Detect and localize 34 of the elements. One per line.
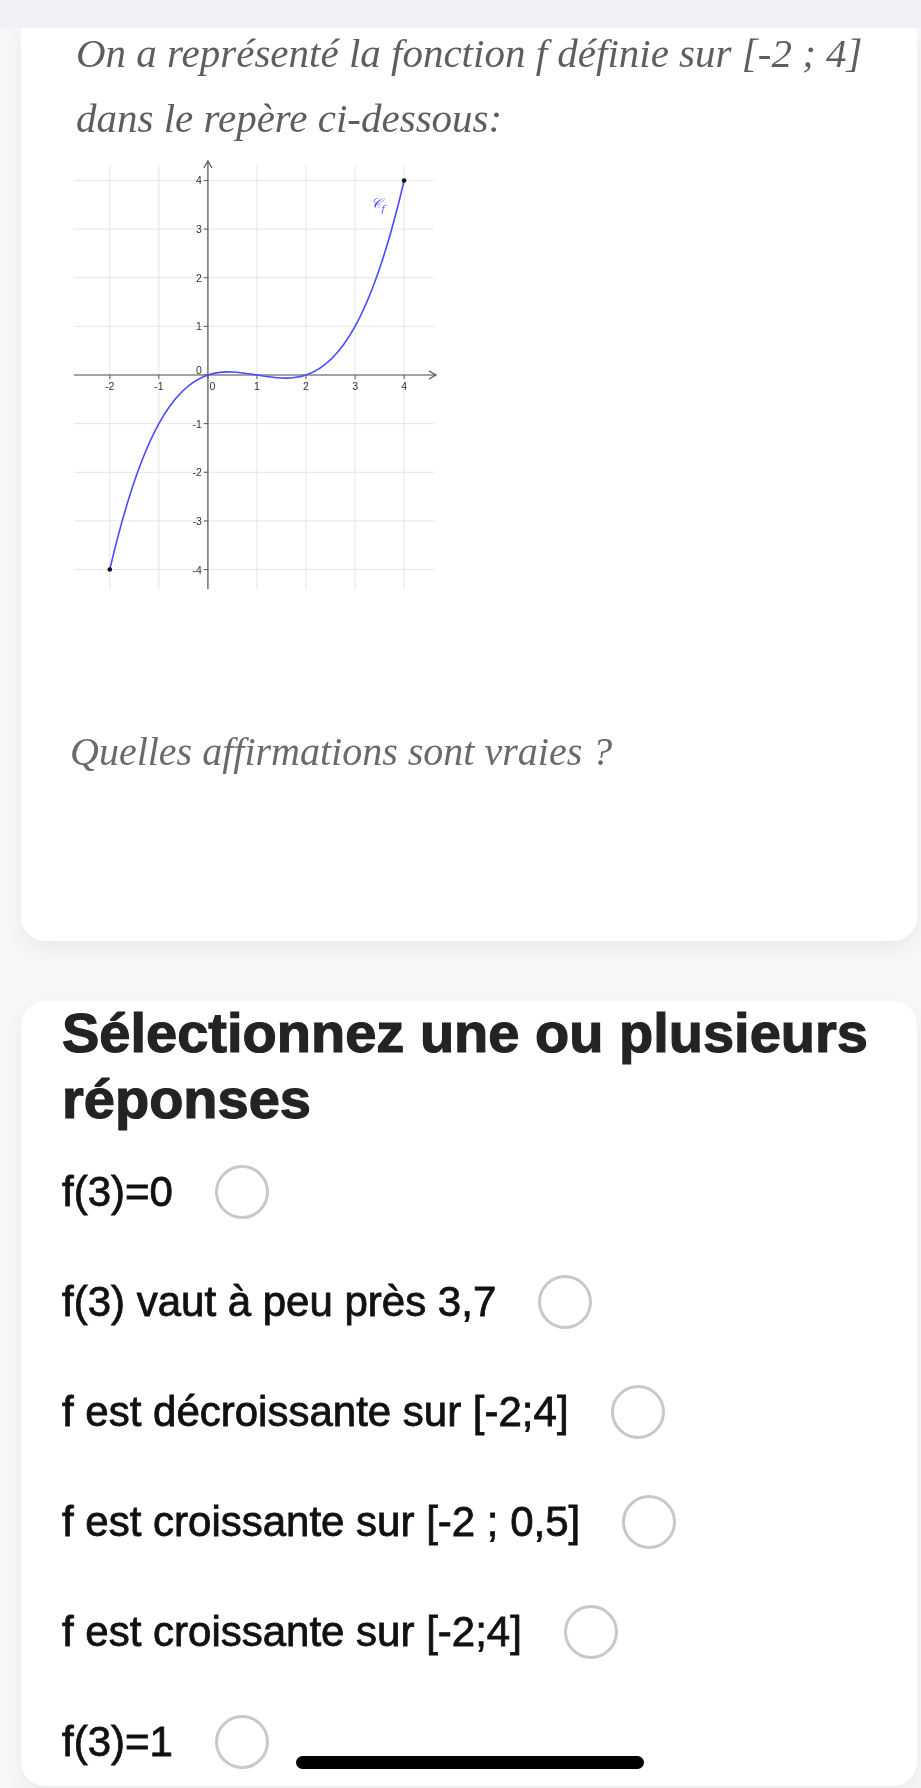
x-tick-label: 1	[254, 380, 260, 392]
answer-checkbox[interactable]	[214, 1165, 269, 1219]
answer-checkbox[interactable]	[563, 1605, 618, 1659]
answer-option-label: f est décroissante sur [-2;4]	[62, 1387, 569, 1437]
answer-option-label: f(3)=0	[62, 1167, 173, 1217]
answer-checkbox[interactable]	[610, 1385, 665, 1439]
x-tick-label: -1	[154, 380, 164, 392]
endpoint-dot	[401, 178, 407, 183]
question-intro: On a représenté la fonction f définie sur [-2 ; 4] dans le repère ci-dessous:	[76, 29, 864, 143]
y-tick-label: -1	[192, 417, 202, 430]
y-tick-label: -3	[192, 514, 202, 527]
endpoint-dot	[107, 567, 113, 572]
answer-checkbox[interactable]	[622, 1495, 677, 1549]
y-tick-label: 1	[196, 320, 202, 333]
y-tick-label: 3	[196, 223, 202, 236]
y-tick-label: 0	[196, 363, 202, 376]
answer-checkbox[interactable]	[538, 1275, 593, 1329]
answer-option-label: f est croissante sur [-2;4]	[62, 1607, 522, 1657]
y-tick-label: -2	[192, 466, 202, 479]
y-tick-label: -4	[192, 563, 202, 576]
answer-option-label: f(3)=1	[62, 1717, 173, 1767]
x-tick-label: -2	[105, 380, 115, 392]
answer-option-label: f(3) vaut à peu près 3,7	[62, 1277, 497, 1327]
question-prompt: Quelles affirmations sont vraies ?	[70, 728, 614, 776]
answer-checkbox[interactable]	[214, 1715, 269, 1769]
x-tick-label: 2	[303, 380, 309, 392]
answer-instructions: Sélectionnez une ou plusieurs réponses	[62, 1000, 869, 1132]
x-tick-label: 0	[209, 380, 216, 392]
y-tick-label: 2	[196, 271, 202, 284]
answer-option-label: f est croissante sur [-2 ; 0,5]	[62, 1497, 581, 1547]
y-tick-label: 4	[196, 174, 202, 187]
x-tick-label: 4	[401, 380, 408, 392]
curve-label: 𝒞$_{f}$	[371, 194, 385, 217]
x-tick-label: 3	[352, 380, 358, 392]
